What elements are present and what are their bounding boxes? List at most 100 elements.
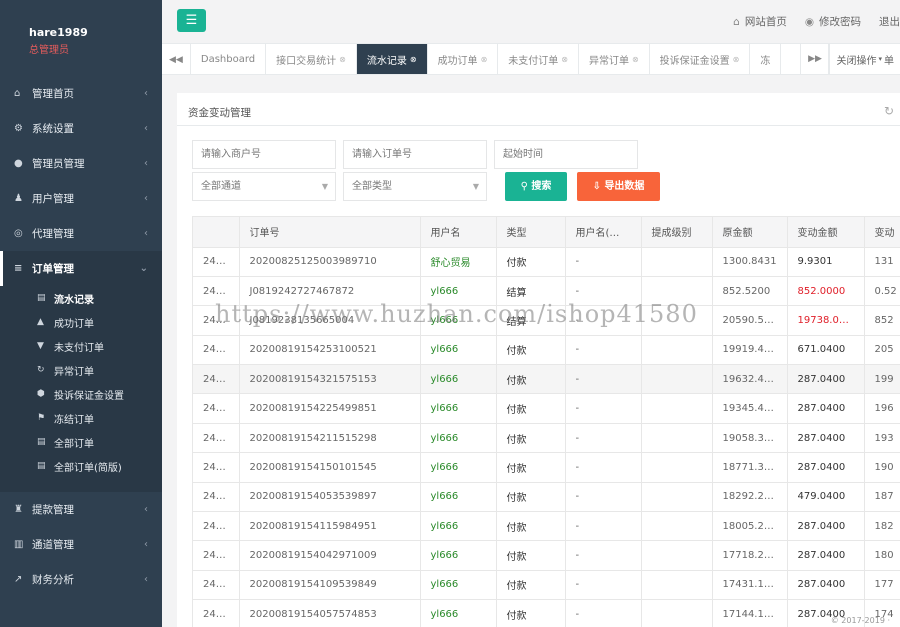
sidebar-item-orders[interactable]: ≡ 订单管理 ⌄ (0, 251, 162, 286)
close-operations-dropdown[interactable]: 关闭操作 ▾ 单 (829, 43, 900, 75)
sidebar-item[interactable]: ● 管理员管理 ‹ (0, 146, 162, 181)
table-cell: yl666 (420, 482, 497, 513)
submenu-item[interactable]: ▤ 全部订单(简版) (0, 454, 162, 478)
type-select[interactable]: 全部类型 ▼ (343, 172, 487, 201)
sidebar-item[interactable]: ▥ 通道管理 ‹ (0, 527, 162, 562)
table-header-cell[interactable] (193, 217, 240, 248)
merchant-input[interactable]: 请输入商户号 (192, 140, 336, 169)
tab-label: 成功订单 (437, 56, 478, 67)
table-header-cell[interactable]: 提成级别 (641, 217, 713, 248)
refresh-icon[interactable]: ↻ (884, 104, 894, 118)
table-cell: 18005.2… (712, 511, 788, 542)
sidebar-item[interactable]: ⌂ 管理首页 ‹ (0, 76, 162, 111)
order-number-input[interactable]: 请输入订单号 (343, 140, 487, 169)
table-header-cell[interactable]: 类型 (496, 217, 566, 248)
tabs-scroll-right-button[interactable]: ▶▶ (800, 43, 830, 75)
table-cell: 付款 (496, 364, 566, 395)
table-cell: 20200819154321575153 (239, 364, 421, 395)
table-header-cell[interactable]: 用户名(… (565, 217, 642, 248)
table-row[interactable]: 24… 20200819154321575153 yl666 付款 - 19632.4… 2… (193, 364, 900, 395)
tabs-scroll-left-button[interactable]: ◀◀ (162, 44, 191, 75)
table-cell: 结算 (496, 305, 566, 336)
start-time-input[interactable]: 起始时间 (494, 140, 638, 169)
table-cell: 17144.1… (712, 599, 788, 627)
table-row[interactable]: 24… 20200819154225499851 yl666 付款 - 19345.4… 2… (193, 393, 900, 424)
table-row[interactable]: 24… 20200819154057574853 yl666 付款 -17144.1… 2… (193, 599, 900, 627)
search-button[interactable]: ⚲ 搜索 (505, 172, 567, 201)
sidebar-item[interactable]: ♜ 提款管理 ‹ (0, 492, 162, 527)
close-icon[interactable]: ⊗ (632, 55, 639, 64)
table-row[interactable]: 24… J0819238135665004 yl666 结算 - 20590.5… 1973… (193, 305, 900, 336)
table-row[interactable]: 24… J0819242727467872 yl666 结算 - 852.5200 852.… (193, 276, 900, 307)
chevron-left-icon: ‹ (144, 228, 148, 239)
tab[interactable]: 未支付订单 ⊗ (498, 44, 579, 74)
table-cell: - (565, 599, 642, 627)
table-cell: 20200825125003989710 (239, 247, 421, 277)
sidebar-item[interactable]: ♟ 用户管理 ‹ (0, 181, 162, 216)
table-row[interactable]: 24… 20200825125003989710 舒心贸易 付款 - 1300.8431 9… (193, 247, 900, 277)
close-icon[interactable]: ⊗ (481, 55, 488, 64)
table-cell: 18771.3… (712, 452, 788, 483)
top-link[interactable]: ◉ 修改密码 (805, 14, 861, 29)
table-cell (641, 247, 713, 277)
table-row[interactable]: 24… 20200819154115984951 yl666 付款 - 18005.2… 2… (193, 511, 900, 542)
table-cell: 187 (864, 482, 900, 513)
sidebar-item-label: 系统设置 (32, 123, 74, 135)
table-cell: - (565, 511, 642, 542)
export-button[interactable]: ⇩ 导出数据 (577, 172, 660, 201)
table-header-cell[interactable]: 变动金额 (787, 217, 865, 248)
sidebar-item[interactable]: ◎ 代理管理 ‹ (0, 216, 162, 251)
table-row[interactable]: 24… 20200819154150101545 yl666 付款 - 18771.3… 2… (193, 452, 900, 483)
table-row[interactable]: 24… 20200819154253100521 yl666 付款 - 19919.4… 6… (193, 335, 900, 366)
tab[interactable]: 流水记录 ⊗ (356, 44, 428, 74)
close-icon[interactable]: ⊗ (561, 55, 568, 64)
table-header-cell[interactable]: 订单号 (239, 217, 421, 248)
close-icon[interactable]: ⊗ (733, 55, 740, 64)
tab[interactable]: 接口交易统计 ⊗ (266, 44, 357, 74)
tab[interactable]: 冻 (750, 44, 782, 74)
tab[interactable]: 投诉保证金设置 ⊗ (650, 44, 751, 74)
sidebar: hare1989 总管理员 ⌂ 管理首页 ‹ ⚙ 系统设置 ‹ ● 管理员管理 ‹ ♟ 用户管理 ‹ ◎… (0, 0, 162, 627)
table-row[interactable]: 24… 20200819154042971009 yl666 付款 - 17718.2… 2… (193, 540, 900, 571)
tab-label: 冻 (760, 56, 771, 67)
tab[interactable]: Dashboard (191, 44, 267, 74)
table-header-cell[interactable]: 用户名 (420, 217, 497, 248)
tab[interactable]: 异常订单 ⊗ (579, 44, 650, 74)
profile-name[interactable]: hare1989 (29, 26, 162, 39)
close-icon[interactable]: ⊗ (410, 55, 417, 64)
submenu-item[interactable]: ▤ 流水记录 (0, 286, 162, 310)
table-row[interactable]: 24… 20200819154211515298 yl666 付款 - 19058.3… 2… (193, 423, 900, 454)
submenu-item[interactable]: ▤ 全部订单 (0, 430, 162, 454)
table-cell: J0819242727467872 (239, 276, 421, 307)
table-cell: 24… (193, 599, 240, 627)
list-icon: ≡ (14, 263, 23, 274)
menu-toggle-button[interactable]: ☰ (177, 9, 206, 32)
submenu-item-label: 流水记录 (54, 294, 94, 306)
profile: hare1989 总管理员 (0, 0, 162, 76)
table-cell: 付款 (496, 393, 566, 424)
top-link[interactable]: 退出 (879, 14, 900, 29)
table-header-cell[interactable]: 原金额 (712, 217, 788, 248)
table-cell: yl666 (420, 423, 497, 454)
submenu-item[interactable]: ↻ 异常订单 (0, 358, 162, 382)
submenu-item[interactable]: ⬢ 投诉保证金设置 (0, 382, 162, 406)
table-row[interactable]: 24… 20200819154109539849 yl666 付款 - 17431.1… 2… (193, 570, 900, 601)
tab[interactable]: 成功订单 ⊗ (428, 44, 499, 74)
sidebar-item[interactable]: ⚙ 系统设置 ‹ (0, 111, 162, 146)
channel-select[interactable]: 全部通道 ▼ (192, 172, 336, 201)
submenu-item[interactable]: ▼ 未支付订单 (0, 334, 162, 358)
sidebar-item[interactable]: ↗ 财务分析 ‹ (0, 562, 162, 597)
table-header-cell[interactable]: 变动 (864, 217, 900, 248)
submenu-item[interactable]: ⚑ 冻结订单 (0, 406, 162, 430)
table-cell: 20200819154053539897 (239, 482, 421, 513)
table-cell: - (565, 482, 642, 513)
top-link-label: 退出 (879, 16, 900, 28)
table-row[interactable]: 24… 20200819154053539897 yl666 付款 - 18292.2… 4… (193, 482, 900, 513)
top-link[interactable]: ⌂ 网站首页 (733, 14, 787, 29)
close-icon[interactable]: ⊗ (339, 55, 346, 64)
table-cell: 20200819154109539849 (239, 570, 421, 601)
submenu-item[interactable]: ▲ 成功订单 (0, 310, 162, 334)
table-cell: 671.0400 (787, 335, 865, 366)
table-cell: 20200819154253100521 (239, 335, 421, 366)
table-cell: 852 (864, 305, 900, 336)
